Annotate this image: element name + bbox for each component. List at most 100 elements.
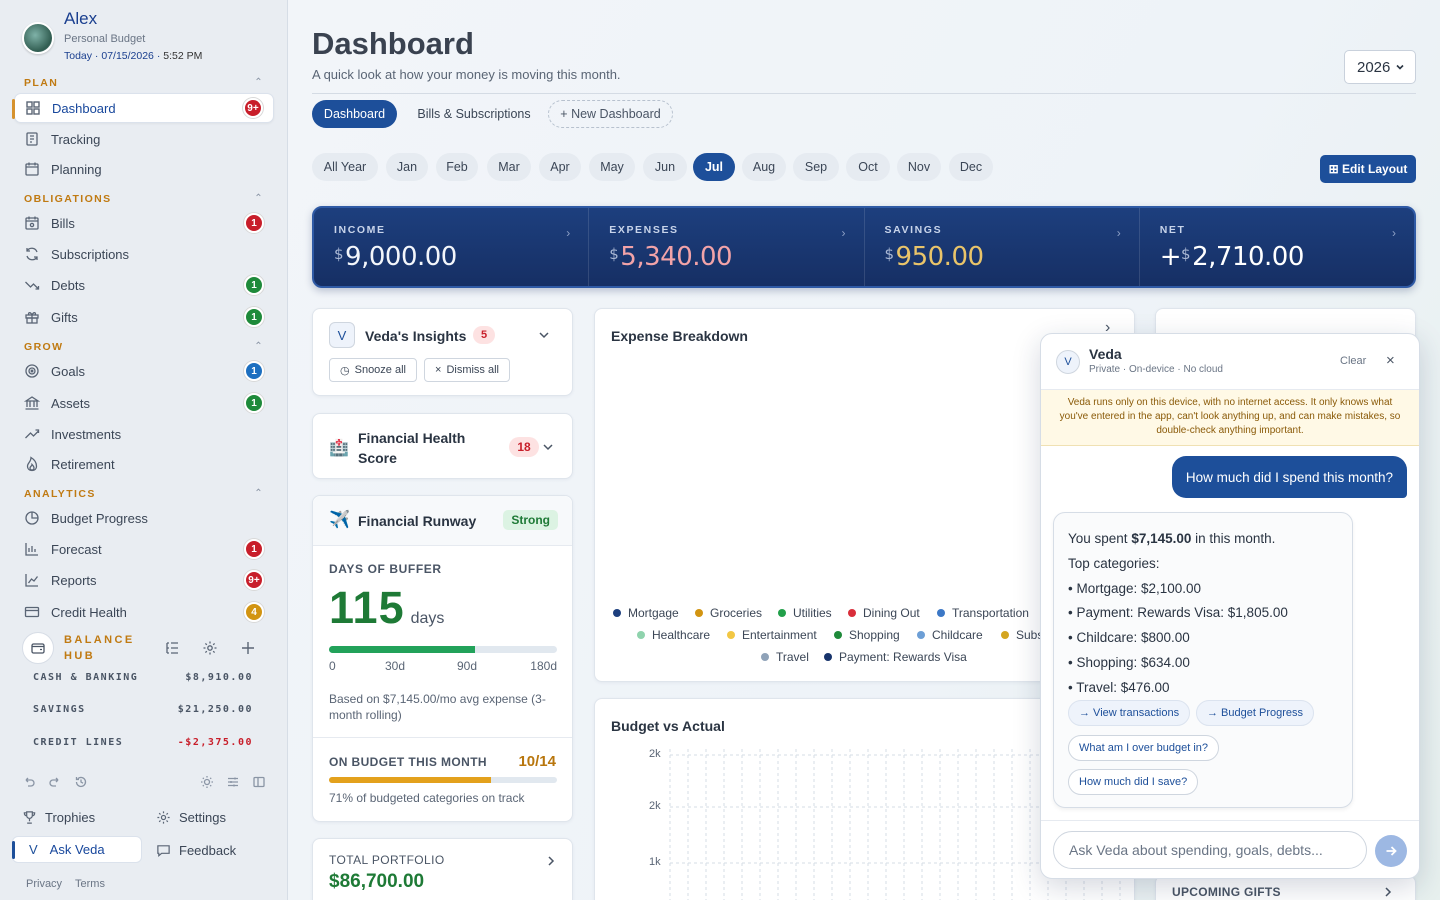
legend-item[interactable]: Healthcare (637, 628, 710, 642)
legend-item[interactable]: Groceries (695, 606, 762, 620)
balance-row[interactable]: CASH & BANKING $8,910.00 (33, 672, 253, 683)
upcoming-gifts-label: UPCOMING GIFTS (1172, 885, 1281, 899)
sidebar-toggle-icon[interactable] (252, 775, 266, 789)
new-dashboard-button[interactable]: + New Dashboard (548, 100, 673, 128)
legend-item[interactable]: Mortgage (613, 606, 679, 620)
stat-amount: 9,000.00 (345, 242, 457, 272)
month-apr[interactable]: Apr (539, 153, 581, 181)
legend-item[interactable]: Shopping (834, 628, 900, 642)
sidebar-item-credit-health[interactable]: Credit Health 4 (14, 597, 274, 627)
month-aug[interactable]: Aug (742, 153, 786, 181)
ask-veda-button[interactable]: V Ask Veda (12, 836, 142, 863)
budget-progress-chip[interactable]: → Budget Progress (1196, 700, 1314, 726)
edit-layout-button[interactable]: ⊞ Edit Layout (1320, 155, 1416, 183)
sidebar-item-label: Credit Health (51, 604, 127, 620)
profile: Alex Personal Budget Today · 07/15/2026 … (22, 8, 202, 62)
month-jun[interactable]: Jun (643, 153, 687, 181)
suggestion-over-budget[interactable]: What am I over budget in? (1068, 735, 1220, 761)
profile-name: Alex (64, 9, 98, 28)
plus-icon[interactable] (240, 640, 256, 656)
portfolio-card[interactable]: TOTAL PORTFOLIO $86,700.00 (312, 838, 573, 900)
legend-item[interactable]: Transportation (937, 606, 1029, 620)
legend-label: Childcare (932, 628, 983, 642)
tab-dashboard[interactable]: Dashboard (312, 100, 397, 128)
legend-swatch (834, 631, 842, 639)
month-mar[interactable]: Mar (487, 153, 531, 181)
redo-icon[interactable] (48, 775, 62, 789)
sidebar-item-assets[interactable]: Assets 1 (14, 388, 274, 418)
sidebar-item-bills[interactable]: Bills 1 (14, 208, 274, 238)
divider (312, 93, 1416, 94)
legend-item[interactable]: Entertainment (727, 628, 817, 642)
legend-item[interactable]: Utilities (778, 606, 832, 620)
sun-icon[interactable] (200, 775, 214, 789)
month-all-year[interactable]: All Year (312, 153, 378, 181)
snooze-all-button[interactable]: ◷ Snooze all (329, 358, 417, 382)
month-dec[interactable]: Dec (949, 153, 993, 181)
wallet-icon[interactable] (22, 632, 54, 664)
health-score-card[interactable]: 🏥 Financial Health Score 18 (312, 413, 573, 479)
privacy-link[interactable]: Privacy (26, 878, 62, 890)
suggestion-how-much-saved[interactable]: How much did I save? (1068, 769, 1199, 795)
sidebar-item-reports[interactable]: Reports 9+ (14, 565, 274, 595)
feedback-link[interactable]: Feedback (156, 836, 236, 864)
income-stat[interactable]: INCOME $9,000.00 › (314, 208, 590, 286)
view-transactions-chip[interactable]: → View transactions (1068, 700, 1191, 726)
dismiss-all-button[interactable]: × Dismiss all (424, 358, 510, 382)
gear-icon[interactable] (202, 640, 218, 656)
balance-row[interactable]: CREDIT LINES -$2,375.00 (33, 737, 253, 748)
clear-chat-button[interactable]: Clear (1340, 355, 1366, 367)
sidebar-item-budget-progress[interactable]: Budget Progress (14, 503, 274, 533)
sidebar-item-gifts[interactable]: Gifts 1 (14, 302, 274, 332)
legend-item[interactable]: Dining Out (848, 606, 920, 620)
legend-item[interactable]: Payment: Rewards Visa (824, 650, 967, 664)
sidebar-item-dashboard[interactable]: Dashboard 9+ (12, 93, 274, 123)
legend-swatch (1001, 631, 1009, 639)
section-plan[interactable]: PLAN ⌃ (24, 77, 264, 89)
sidebar-item-goals[interactable]: Goals 1 (14, 356, 274, 386)
bank-icon (24, 396, 40, 410)
history-icon[interactable] (74, 775, 88, 789)
terms-link[interactable]: Terms (75, 878, 105, 890)
section-grow[interactable]: GROW ⌃ (24, 341, 264, 353)
list-tree-icon[interactable] (164, 640, 180, 656)
savings-stat[interactable]: SAVINGS $950.00 › (865, 208, 1140, 286)
month-feb[interactable]: Feb (436, 153, 478, 181)
sidebar-item-investments[interactable]: Investments (14, 419, 274, 449)
chevron-down-icon[interactable] (538, 329, 550, 341)
month-oct[interactable]: Oct (846, 153, 890, 181)
month-jan[interactable]: Jan (386, 153, 428, 181)
legend-item[interactable]: Subs (1001, 628, 1043, 642)
avatar[interactable] (22, 22, 54, 54)
section-obligations[interactable]: OBLIGATIONS ⌃ (24, 193, 264, 205)
notification-badge: 1 (244, 393, 264, 413)
stat-label: INCOME (334, 224, 386, 236)
month-sep[interactable]: Sep (793, 153, 839, 181)
settings-link[interactable]: Settings (156, 803, 226, 831)
sidebar-item-subscriptions[interactable]: Subscriptions (14, 239, 274, 269)
sidebar-item-retirement[interactable]: Retirement (14, 449, 274, 479)
legend-item[interactable]: Childcare (917, 628, 983, 642)
close-icon[interactable]: × (1386, 352, 1395, 369)
net-stat[interactable]: NET +$2,710.00 › (1140, 208, 1414, 286)
sliders-icon[interactable] (226, 775, 240, 789)
sidebar-item-debts[interactable]: Debts 1 (14, 270, 274, 300)
sidebar-item-forecast[interactable]: Forecast 1 (14, 534, 274, 564)
month-may[interactable]: May (589, 153, 635, 181)
send-button[interactable] (1375, 835, 1407, 867)
tab-bills-subscriptions[interactable]: Bills & Subscriptions (406, 100, 542, 128)
sidebar-item-planning[interactable]: Planning (14, 154, 274, 184)
undo-icon[interactable] (22, 775, 36, 789)
settings-label: Settings (179, 809, 226, 825)
year-select[interactable]: 2026 (1344, 50, 1416, 84)
month-nov[interactable]: Nov (897, 153, 941, 181)
chat-icon (157, 844, 170, 857)
sidebar-item-tracking[interactable]: Tracking (14, 124, 274, 154)
trophies-link[interactable]: Trophies (22, 803, 95, 831)
month-jul[interactable]: Jul (693, 153, 735, 181)
balance-row[interactable]: SAVINGS $21,250.00 (33, 704, 253, 715)
legend-item[interactable]: Travel (761, 650, 809, 664)
expenses-stat[interactable]: EXPENSES $5,340.00 › (589, 208, 865, 286)
section-analytics[interactable]: ANALYTICS ⌃ (24, 488, 264, 500)
veda-chat-input[interactable]: Ask Veda about spending, goals, debts... (1053, 831, 1367, 869)
